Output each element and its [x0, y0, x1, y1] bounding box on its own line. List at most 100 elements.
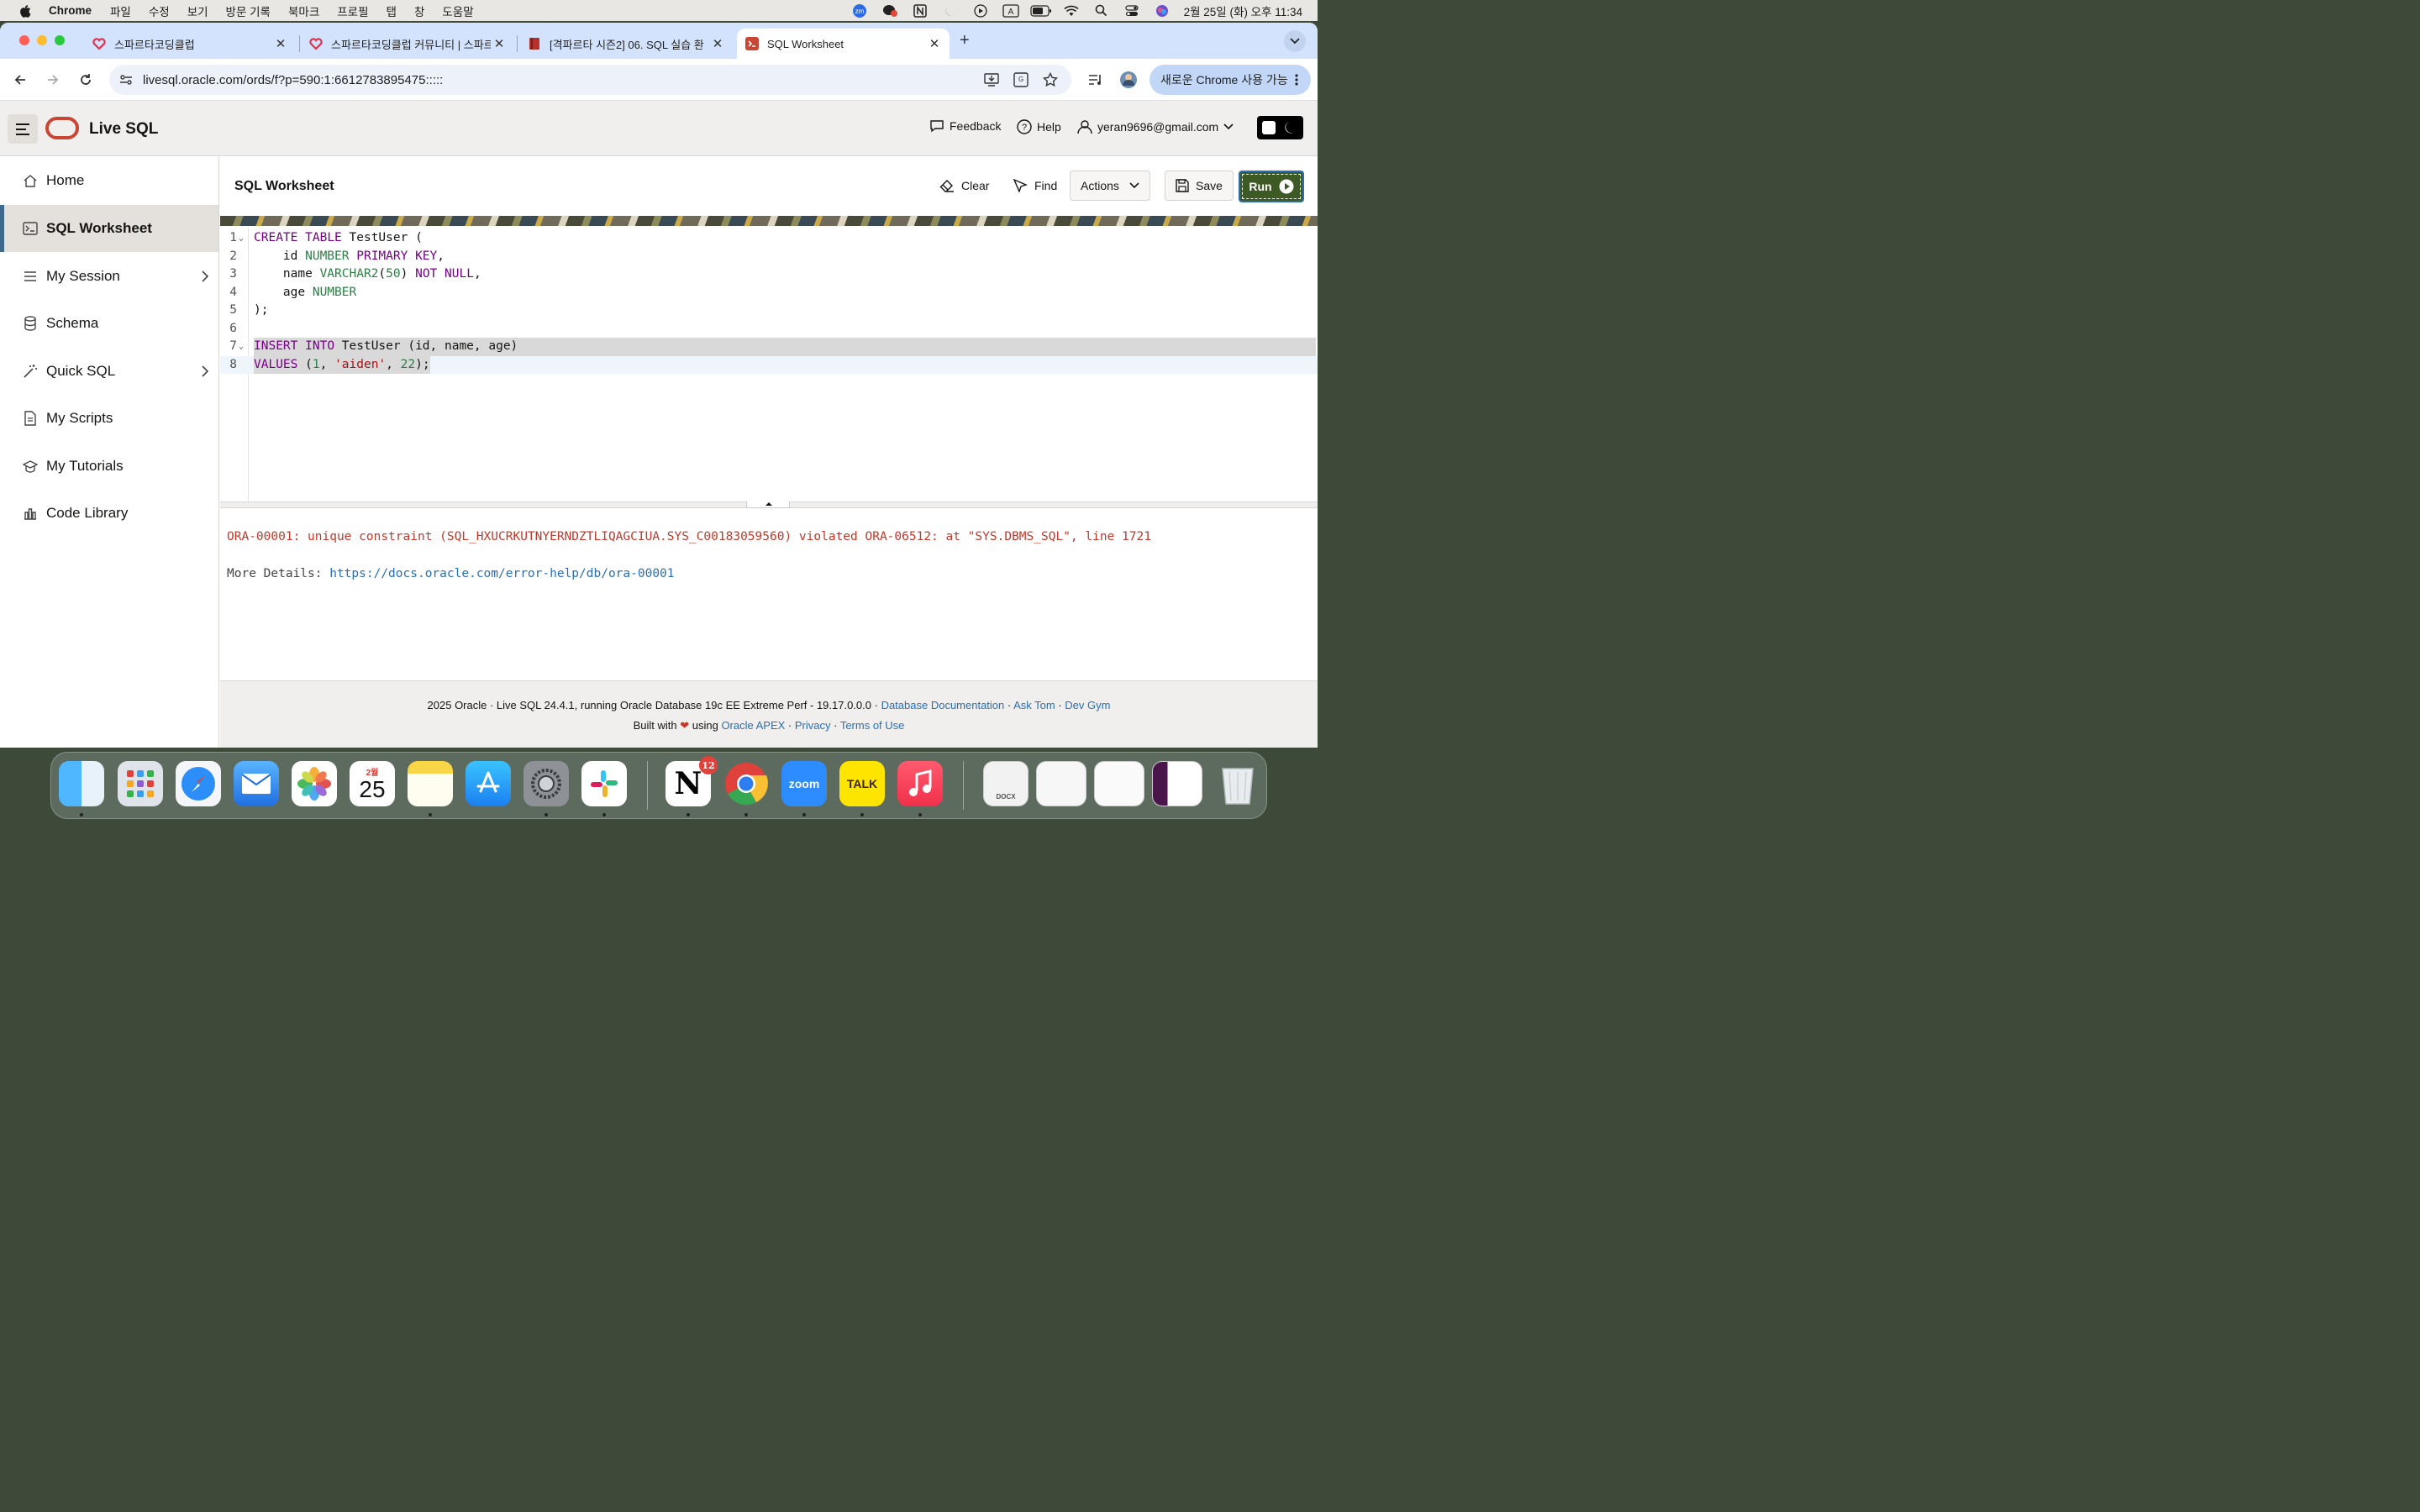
- site-info-icon[interactable]: [118, 72, 134, 87]
- system-settings-icon[interactable]: [523, 761, 569, 806]
- menu-history[interactable]: 방문 기록: [226, 3, 271, 19]
- menubar-clock[interactable]: 2월 25일 (화) 오후 11:34: [1184, 3, 1302, 19]
- sidebar-item-code-library[interactable]: Code Library: [0, 490, 218, 537]
- reading-list-icon[interactable]: [1086, 71, 1105, 89]
- code-line[interactable]: 5 );: [220, 302, 1318, 320]
- code-line[interactable]: 2 id NUMBER PRIMARY KEY,: [220, 248, 1318, 266]
- tab-close-icon[interactable]: ✕: [491, 36, 508, 51]
- sql-editor[interactable]: 1 ⌄ CREATE TABLE TestUser ( 2 id NUMBER …: [220, 228, 1318, 501]
- tab-sparta-community[interactable]: 스파르타코딩클럽 커뮤니티 | 스파르 ✕: [301, 29, 513, 59]
- menu-window[interactable]: 창: [414, 3, 424, 19]
- database-documentation-link[interactable]: Database Documentation: [881, 699, 1005, 711]
- recent-window-thumbnail[interactable]: [1152, 761, 1202, 806]
- reload-button[interactable]: [76, 71, 95, 89]
- sidebar-item-home[interactable]: Home: [0, 157, 218, 204]
- dev-gym-link[interactable]: Dev Gym: [1065, 699, 1110, 711]
- oracle-apex-link[interactable]: Oracle APEX: [721, 719, 785, 732]
- address-bar[interactable]: livesql.oracle.com/ords/f?p=590:1:661278…: [109, 65, 1071, 95]
- clear-button[interactable]: Clear: [939, 171, 989, 201]
- code-line[interactable]: 1 ⌄ CREATE TABLE TestUser (: [220, 229, 1318, 248]
- spotlight-icon[interactable]: [1086, 0, 1117, 21]
- finder-icon[interactable]: [59, 761, 104, 806]
- zoom-app-icon[interactable]: zoom: [781, 761, 827, 806]
- code-line[interactable]: 4 age NUMBER: [220, 284, 1318, 302]
- input-source-icon[interactable]: A: [996, 0, 1026, 21]
- window-maximize-button[interactable]: [55, 35, 65, 45]
- menu-view[interactable]: 보기: [187, 3, 208, 19]
- notion-app-icon[interactable]: N 12: [666, 756, 718, 806]
- forward-button[interactable]: [44, 71, 62, 89]
- fold-chevron-icon[interactable]: ⌄: [239, 338, 244, 356]
- sidebar-item-my-scripts[interactable]: My Scripts: [0, 395, 218, 442]
- notes-icon[interactable]: [408, 761, 453, 806]
- run-button[interactable]: Run: [1239, 171, 1304, 202]
- tab-sparta[interactable]: 스파르타코딩클럽 ✕: [84, 29, 294, 59]
- menu-bookmarks[interactable]: 북마크: [288, 3, 319, 19]
- menu-profiles[interactable]: 프로필: [337, 3, 368, 19]
- play-icon[interactable]: [965, 0, 996, 21]
- app-title[interactable]: Live SQL: [89, 120, 158, 139]
- tab-sql-worksheet[interactable]: SQL Worksheet ✕: [737, 29, 950, 59]
- new-tab-button[interactable]: +: [960, 31, 970, 50]
- wifi-icon[interactable]: [1056, 0, 1086, 21]
- fold-chevron-icon[interactable]: ⌄: [239, 229, 244, 248]
- install-app-icon[interactable]: [983, 72, 1000, 87]
- kakaotalk-icon[interactable]: TALK: [839, 761, 885, 806]
- menu-file[interactable]: 파일: [110, 3, 131, 19]
- help-button[interactable]: ? Help: [1017, 119, 1061, 134]
- apple-icon[interactable]: [18, 4, 32, 18]
- chrome-update-button[interactable]: 새로운 Chrome 사용 가능: [1150, 65, 1311, 95]
- sidebar-item-sql-worksheet[interactable]: SQL Worksheet: [0, 205, 218, 252]
- siri-icon[interactable]: [1147, 0, 1177, 21]
- battery-icon[interactable]: [1026, 0, 1056, 21]
- feedback-button[interactable]: Feedback: [929, 119, 1001, 133]
- save-button[interactable]: Save: [1165, 171, 1234, 201]
- sidebar-item-schema[interactable]: Schema: [0, 300, 218, 347]
- tab-search-button[interactable]: [1284, 30, 1306, 52]
- menubar-app-name[interactable]: Chrome: [49, 4, 92, 17]
- resize-splitter[interactable]: [220, 501, 1318, 508]
- bookmark-star-icon[interactable]: [1042, 72, 1059, 87]
- chrome-icon[interactable]: [723, 761, 769, 806]
- tab-close-icon[interactable]: ✕: [709, 36, 726, 51]
- actions-dropdown[interactable]: Actions: [1070, 171, 1150, 201]
- menu-toggle-button[interactable]: [8, 114, 38, 144]
- menu-help[interactable]: 도움말: [442, 3, 473, 19]
- chat-icon[interactable]: [875, 0, 905, 21]
- moon-icon[interactable]: [935, 0, 965, 21]
- music-icon[interactable]: [897, 761, 943, 806]
- slack-icon[interactable]: [581, 761, 627, 806]
- app-store-icon[interactable]: [466, 761, 511, 806]
- mail-icon[interactable]: [234, 761, 279, 806]
- photos-icon[interactable]: [292, 761, 337, 806]
- window-close-button[interactable]: [19, 35, 29, 45]
- window-minimize-button[interactable]: [37, 35, 47, 45]
- sidebar-item-my-tutorials[interactable]: My Tutorials: [0, 443, 218, 490]
- menu-edit[interactable]: 수정: [149, 3, 170, 19]
- tab-close-icon[interactable]: ✕: [272, 36, 289, 51]
- recent-window-thumbnail[interactable]: [1094, 761, 1144, 806]
- theme-toggle[interactable]: [1257, 116, 1303, 139]
- tab-close-icon[interactable]: ✕: [926, 36, 943, 51]
- code-line[interactable]: 6: [220, 320, 1318, 339]
- calendar-icon[interactable]: 2월 25: [350, 761, 395, 806]
- find-button[interactable]: Find: [1013, 171, 1057, 201]
- code-line[interactable]: 3 name VARCHAR2(50) NOT NULL,: [220, 265, 1318, 284]
- menu-tab[interactable]: 탭: [387, 3, 397, 19]
- collapse-handle[interactable]: [746, 501, 790, 508]
- code-line[interactable]: 7 ⌄ INSERT INTO TestUser (id, name, age): [220, 338, 1318, 356]
- code-line-current[interactable]: 8 VALUES (1, 'aiden', 22);: [220, 355, 1318, 374]
- control-center-icon[interactable]: [1117, 0, 1147, 21]
- ask-tom-link[interactable]: Ask Tom: [1013, 699, 1055, 711]
- recent-window-thumbnail[interactable]: [1036, 761, 1086, 806]
- privacy-link[interactable]: Privacy: [795, 719, 831, 732]
- notion-icon[interactable]: [905, 0, 935, 21]
- tab-sql-lesson[interactable]: [격파르타 시즌2] 06. SQL 실습 환 ✕: [519, 29, 731, 59]
- sidebar-item-quick-sql[interactable]: Quick SQL: [0, 348, 218, 395]
- back-button[interactable]: [11, 71, 29, 89]
- sidebar-item-my-session[interactable]: My Session: [0, 253, 218, 300]
- oracle-logo[interactable]: [45, 117, 79, 139]
- error-help-link[interactable]: https://docs.oracle.com/error-help/db/or…: [329, 567, 674, 580]
- safari-icon[interactable]: [176, 761, 221, 806]
- url-text[interactable]: livesql.oracle.com/ords/f?p=590:1:661278…: [143, 73, 443, 87]
